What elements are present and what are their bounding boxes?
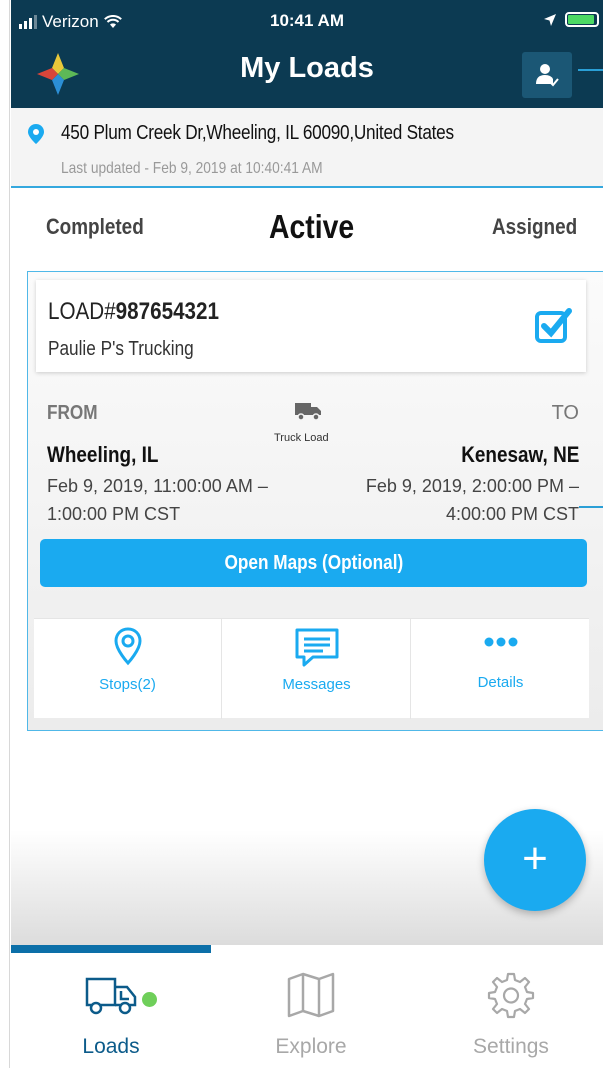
load-number: LOAD#987654321 xyxy=(48,298,219,326)
app-screen: Verizon 10:41 AM My Loads 450 Plum Creek… xyxy=(11,0,603,1068)
tabbar-label-loads: Loads xyxy=(82,1035,140,1058)
status-right xyxy=(543,12,599,27)
tab-active[interactable]: Active xyxy=(269,208,354,246)
header-connector-line xyxy=(578,69,603,71)
active-tab-indicator xyxy=(11,945,211,953)
tab-assigned[interactable]: Assigned xyxy=(492,214,577,240)
battery-icon xyxy=(565,12,599,27)
stops-label: Stops(2) xyxy=(99,676,156,693)
open-maps-label: Open Maps (Optional) xyxy=(224,552,403,574)
message-icon xyxy=(295,628,338,667)
delivery-time-window: Feb 9, 2019, 2:00:00 PM – 4:00:00 PM CST xyxy=(365,476,579,524)
status-time: 10:41 AM xyxy=(269,11,344,30)
load-carrier-name: Paulie P's Trucking xyxy=(48,338,194,360)
to-label: TO xyxy=(551,402,579,424)
destination-city: Kenesaw, NE xyxy=(460,442,579,467)
truck-load-icon xyxy=(295,403,321,421)
loads-notification-dot xyxy=(142,992,157,1007)
tabbar-label-settings: Settings xyxy=(473,1035,549,1058)
current-location-bar: 450 Plum Creek Dr,Wheeling, IL 60090,Uni… xyxy=(11,108,603,188)
load-status-tabs: Completed Active Assigned xyxy=(11,190,603,268)
top-bar: Verizon 10:41 AM My Loads xyxy=(11,0,603,108)
status-bar: Verizon 10:41 AM xyxy=(11,0,603,44)
profile-button[interactable] xyxy=(522,52,572,98)
left-frame-edge xyxy=(0,0,10,1068)
stops-button[interactable]: Stops(2) xyxy=(34,619,222,719)
location-last-updated: Last updated - Feb 9, 2019 at 10:40:41 A… xyxy=(61,160,323,177)
location-address: 450 Plum Creek Dr,Wheeling, IL 60090,Uni… xyxy=(61,122,454,144)
load-actions: Stops(2) Messages Details xyxy=(34,618,589,719)
load-card[interactable]: LOAD#987654321 Paulie P's Trucking FROM … xyxy=(27,271,603,731)
bottom-tab-bar: Loads Explore Settings xyxy=(11,945,603,1068)
load-number-value: 987654321 xyxy=(115,298,220,325)
gear-icon xyxy=(487,972,535,1019)
messages-button[interactable]: Messages xyxy=(223,619,411,719)
delivery-connector-line xyxy=(579,506,603,508)
truck-icon xyxy=(85,977,137,1015)
from-label: FROM xyxy=(47,402,98,424)
pickup-time-window: Feb 9, 2019, 11:00:00 AM – 1:00:00 PM CS… xyxy=(47,476,268,524)
page-title: My Loads xyxy=(240,52,374,84)
more-dots-icon xyxy=(484,637,517,647)
tabbar-label-explore: Explore xyxy=(275,1035,347,1058)
load-checkbox[interactable] xyxy=(534,306,572,344)
open-maps-button[interactable]: Open Maps (Optional) xyxy=(40,539,587,587)
load-number-prefix: LOAD# xyxy=(48,298,116,325)
location-arrow-icon xyxy=(544,13,556,26)
details-label: Details xyxy=(477,674,524,691)
user-check-icon xyxy=(536,64,559,87)
details-button[interactable]: Details xyxy=(412,619,589,719)
location-pin-icon xyxy=(28,124,44,144)
add-load-button[interactable]: + xyxy=(484,809,586,911)
tab-completed[interactable]: Completed xyxy=(46,214,144,240)
map-icon xyxy=(287,972,335,1018)
messages-label: Messages xyxy=(282,676,351,693)
load-type-label: Truck Load xyxy=(274,432,329,444)
origin-city: Wheeling, IL xyxy=(47,442,159,467)
map-pin-icon xyxy=(113,627,142,666)
load-header: LOAD#987654321 Paulie P's Trucking xyxy=(36,280,586,372)
